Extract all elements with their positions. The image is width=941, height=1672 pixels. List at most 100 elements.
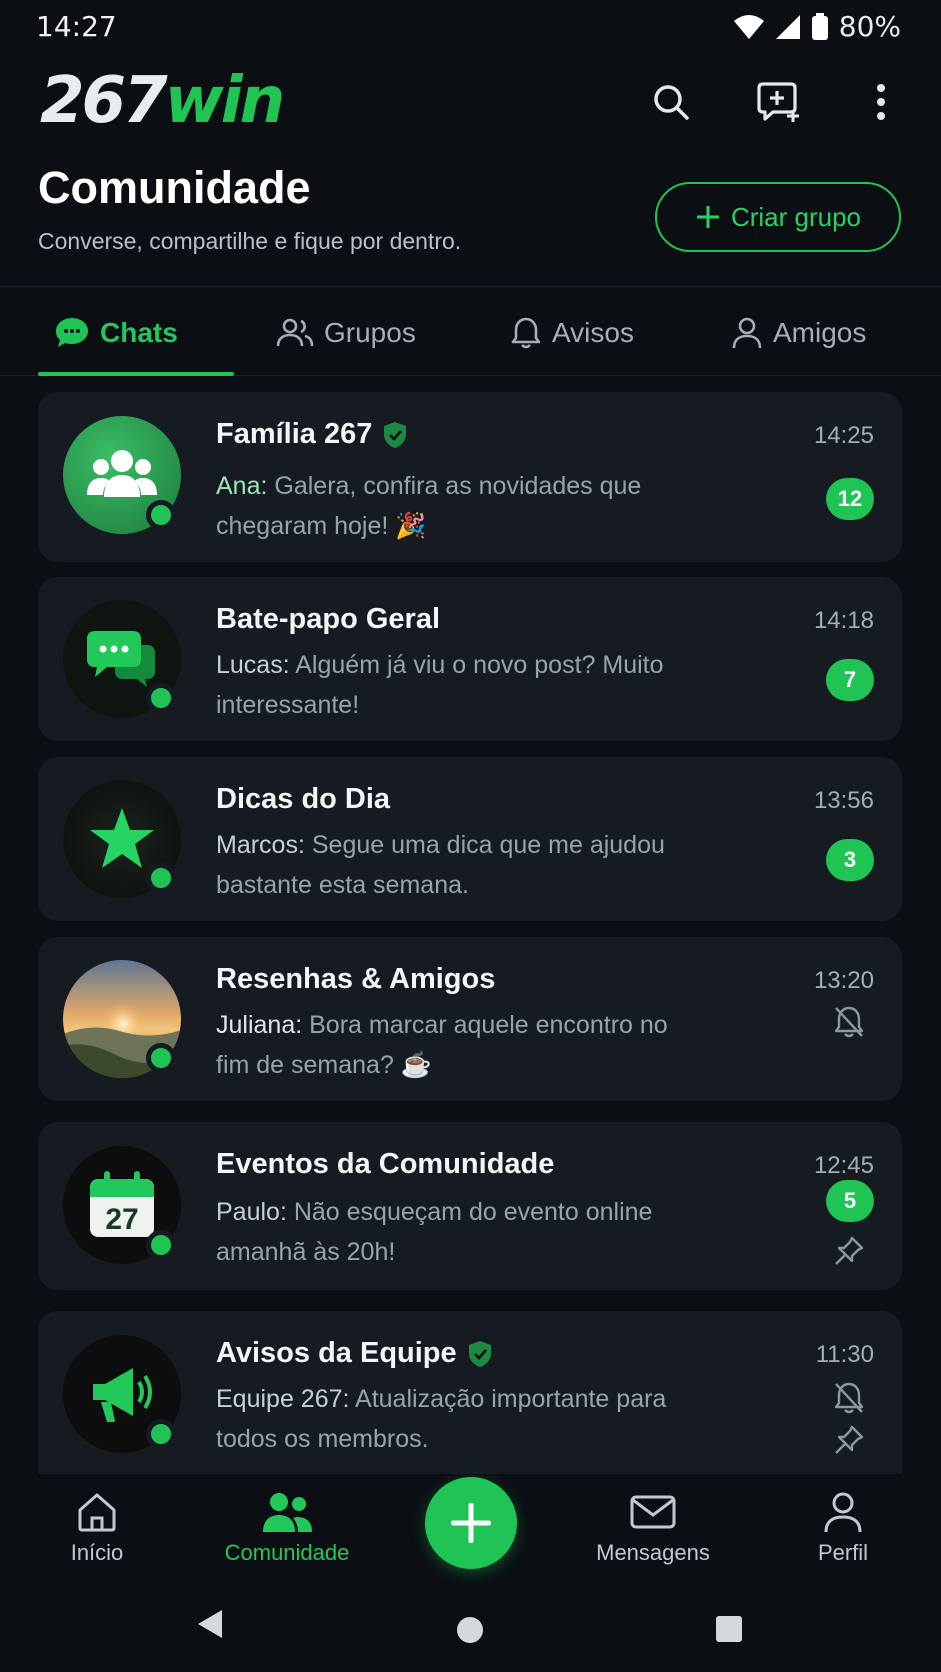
nav-inicio[interactable]: Início	[22, 1490, 172, 1566]
tab-bar: Chats Grupos Avisos Amigos	[0, 290, 941, 376]
chat-preview: Marcos: Segue uma dica que me ajudou bas…	[216, 825, 686, 905]
tab-amigos-label: Amigos	[773, 317, 867, 348]
chat-name: Bate-papo Geral	[216, 603, 440, 636]
mail-icon	[630, 1495, 676, 1529]
chat-sender: Paulo:	[216, 1198, 287, 1226]
nav-mensagens-label: Mensagens	[596, 1540, 710, 1565]
create-group-button[interactable]: Criar grupo	[655, 182, 901, 252]
chat-name: Eventos da Comunidade	[216, 1148, 554, 1181]
search-button[interactable]	[647, 78, 695, 126]
more-options-button[interactable]	[857, 78, 905, 126]
chat-time: 13:20	[813, 967, 874, 994]
chat-sender: Juliana:	[216, 1011, 303, 1039]
chat-time: 14:18	[813, 607, 874, 634]
nav-perfil-label: Perfil	[817, 1540, 869, 1565]
megaphone-icon	[93, 1368, 152, 1422]
tab-amigos[interactable]: Amigos	[731, 290, 866, 376]
status-time: 14:27	[36, 10, 117, 43]
home-icon	[78, 1493, 116, 1532]
bell-icon	[511, 317, 541, 349]
wifi-icon	[733, 14, 764, 39]
new-chat-button[interactable]	[755, 78, 803, 126]
battery-level: 80%	[838, 10, 901, 43]
system-home-button[interactable]	[456, 1616, 484, 1644]
system-back-button[interactable]	[196, 1608, 224, 1640]
pinned-status	[832, 1423, 866, 1457]
pin-icon	[835, 1425, 864, 1454]
battery-icon	[811, 12, 828, 40]
status-bar: 14:27 80%	[0, 0, 941, 52]
chat-name: Avisos da Equipe	[216, 1337, 493, 1370]
bell-off-icon	[834, 1382, 864, 1414]
chat-sender: Marcos:	[216, 831, 305, 859]
chat-item-resenhas[interactable]: Resenhas & Amigos 13:20 Juliana: Bora ma…	[38, 937, 902, 1101]
tab-grupos-label: Grupos	[324, 317, 416, 348]
bell-off-icon	[834, 1006, 864, 1038]
chat-name-text: Resenhas & Amigos	[216, 963, 496, 995]
brand-logo: 267win	[40, 64, 285, 138]
more-vertical-icon	[877, 84, 885, 120]
chat-name: Dicas do Dia	[216, 783, 390, 816]
add-fab-button[interactable]	[425, 1477, 517, 1569]
header-divider	[0, 286, 941, 287]
chat-preview: Paulo: Não esqueçam do evento online ama…	[216, 1192, 686, 1272]
chat-sender: Equipe 267:	[216, 1385, 350, 1413]
create-group-label: Criar grupo	[730, 201, 862, 232]
nav-comunidade[interactable]: Comunidade	[212, 1490, 362, 1566]
unread-badge: 7	[826, 659, 874, 701]
new-chat-icon	[757, 82, 799, 122]
chat-name-text: Eventos da Comunidade	[216, 1148, 555, 1180]
muted-status	[832, 1381, 866, 1415]
chat-item-familia[interactable]: Família 267 14:25 Ana: Galera, confira a…	[38, 392, 902, 562]
plus-icon	[451, 1503, 491, 1543]
chat-time: 11:30	[815, 1341, 874, 1368]
nav-perfil[interactable]: Perfil	[768, 1490, 918, 1566]
users-icon	[276, 318, 314, 347]
online-indicator	[146, 1419, 176, 1449]
tab-grupos[interactable]: Grupos	[276, 290, 416, 376]
community-icon	[263, 1493, 312, 1532]
chat-sender: Lucas:	[216, 651, 290, 679]
verified-shield-icon	[384, 421, 407, 448]
group-icon	[87, 450, 157, 497]
chat-item-bate-papo[interactable]: Bate-papo Geral 14:18 Lucas: Alguém já v…	[38, 577, 902, 741]
calendar-icon: 27	[90, 1171, 154, 1237]
page-title: Comunidade	[38, 162, 311, 213]
chat-time: 13:56	[813, 787, 874, 814]
chat-item-avisos-equipe[interactable]: Avisos da Equipe 11:30 Equipe 267: Atual…	[38, 1311, 902, 1474]
chat-sender: Ana:	[216, 472, 268, 500]
chat-name-text: Avisos da Equipe	[216, 1337, 457, 1369]
unread-badge: 5	[826, 1180, 874, 1222]
nav-mensagens[interactable]: Mensagens	[578, 1490, 728, 1566]
tab-avisos[interactable]: Avisos	[510, 290, 634, 376]
chat-name: Resenhas & Amigos	[216, 963, 495, 996]
nav-comunidade-label: Comunidade	[224, 1540, 350, 1565]
star-icon	[90, 808, 154, 868]
active-tab-indicator	[38, 372, 234, 376]
online-indicator	[146, 683, 176, 713]
chat-time: 14:25	[813, 422, 874, 449]
page-subtitle: Converse, compartilhe e fique por dentro…	[38, 228, 462, 254]
chat-name-text: Dicas do Dia	[216, 783, 391, 815]
pin-icon	[835, 1236, 864, 1265]
unread-badge: 12	[826, 478, 874, 520]
status-right: 80%	[733, 10, 901, 43]
unread-badge: 3	[826, 839, 874, 881]
online-indicator	[146, 1043, 176, 1073]
chat-name: Família 267	[216, 418, 408, 451]
pinned-status	[832, 1234, 866, 1268]
chat-name-text: Família 267	[216, 418, 373, 450]
chat-message: Galera, confira as novidades que chegara…	[216, 472, 642, 540]
chat-preview: Juliana: Bora marcar aquele encontro no …	[216, 1005, 686, 1085]
tab-chats-label: Chats	[100, 317, 178, 348]
chat-bubble-icon	[56, 318, 88, 347]
chat-item-eventos[interactable]: 27 Eventos da Comunidade 12:45 Paulo: Nã…	[38, 1122, 902, 1290]
tab-chats[interactable]: Chats	[54, 290, 178, 376]
signal-icon	[775, 14, 800, 39]
chat-name-text: Bate-papo Geral	[216, 603, 440, 635]
chat-preview: Ana: Galera, confira as novidades que ch…	[216, 466, 686, 546]
tab-avisos-label: Avisos	[552, 317, 634, 348]
chat-time: 12:45	[813, 1152, 874, 1179]
system-recents-button[interactable]	[715, 1615, 743, 1643]
chat-item-dicas[interactable]: Dicas do Dia 13:56 Marcos: Segue uma dic…	[38, 757, 902, 921]
